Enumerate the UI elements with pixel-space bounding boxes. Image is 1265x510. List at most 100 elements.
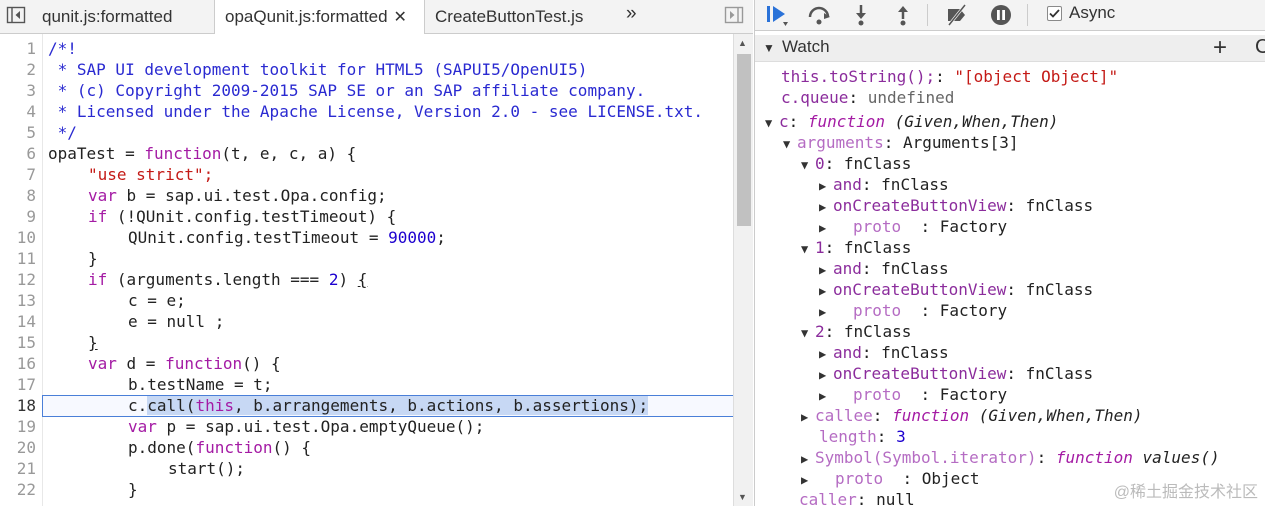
tab-label: opaQunit.js:formatted	[225, 7, 388, 26]
separator: :	[876, 427, 897, 446]
collapsed-triangle-icon[interactable]: ▶	[801, 470, 815, 491]
property-value: : fnClass	[861, 259, 949, 278]
code-token: () {	[272, 438, 312, 457]
code-line: 15}	[0, 332, 733, 353]
step-out-icon[interactable]	[891, 3, 915, 27]
watch-section-header[interactable]: ▼ Watch + C	[755, 34, 1265, 62]
collapsed-triangle-icon[interactable]: ▶	[819, 260, 833, 281]
collapsed-triangle-icon[interactable]: ▶	[819, 365, 833, 386]
collapsed-triangle-icon[interactable]: ▶	[801, 449, 815, 470]
expanded-triangle-icon[interactable]: ▼	[801, 239, 815, 260]
collapsed-triangle-icon[interactable]: ▶	[819, 281, 833, 302]
expression-value: (Given,When,Then)	[884, 112, 1059, 131]
property-row[interactable]: ▶ and: fnClass	[819, 174, 949, 195]
resume-icon[interactable]	[765, 3, 789, 27]
property-row[interactable]: ▶ proto : Factory	[819, 216, 1007, 237]
editor-tab-bar: qunit.js:formatted opaQunit.js:formatted…	[0, 0, 753, 34]
code-token: var	[88, 354, 117, 373]
property-row[interactable]: ▶ callee: function (Given,When,Then)	[801, 405, 1143, 426]
toggle-debugger-sidebar-icon[interactable]	[724, 5, 744, 25]
watch-expression-expanded[interactable]: ▼ c: function (Given,When,Then)	[765, 111, 1058, 132]
code-token: d =	[116, 354, 166, 373]
code-text: e = null ;	[128, 312, 225, 331]
code-line: 4 * Licensed under the Apache License, V…	[0, 101, 733, 122]
collapsed-triangle-icon[interactable]: ▶	[819, 302, 833, 323]
code-text: if (!QUnit.config.testTimeout) {	[88, 206, 396, 227]
scroll-down-icon[interactable]: ▼	[738, 492, 747, 502]
code-line: 12 if (arguments.length === 2) {	[0, 269, 733, 290]
property-row[interactable]: ▼ 1: fnClass	[801, 237, 911, 258]
line-number: 1	[26, 39, 36, 58]
property-row[interactable]: ▼ 2: fnClass	[801, 321, 911, 342]
expanded-triangle-icon[interactable]: ▼	[765, 113, 779, 134]
property-value: 3	[896, 427, 906, 446]
tab-overflow-icon[interactable]: »	[626, 3, 637, 25]
toggle-navigator-icon[interactable]	[6, 5, 26, 25]
async-checkbox[interactable]	[1047, 6, 1062, 21]
close-tab-icon[interactable]: ✕	[394, 9, 407, 26]
code-token: QUnit.config.testTimeout =	[128, 228, 389, 247]
property-row[interactable]: ▶ and: fnClass	[819, 342, 949, 363]
collapsed-triangle-icon[interactable]: ▶	[819, 197, 833, 218]
line-number: 16	[16, 354, 36, 373]
collapse-triangle-icon[interactable]: ▼	[763, 41, 775, 55]
expanded-triangle-icon[interactable]: ▼	[801, 155, 815, 176]
collapsed-triangle-icon[interactable]: ▶	[819, 218, 833, 239]
expanded-triangle-icon[interactable]: ▼	[783, 134, 797, 155]
property-name: callee	[815, 406, 873, 425]
code-line: 16 var d = function() {	[0, 353, 733, 374]
collapsed-triangle-icon[interactable]: ▶	[801, 407, 815, 428]
code-area[interactable]: 1 /*! 2 * SAP UI development toolkit for …	[0, 34, 733, 506]
scroll-up-icon[interactable]: ▲	[738, 38, 747, 48]
code-line: 5 */	[0, 122, 733, 143]
step-over-icon[interactable]	[807, 3, 831, 27]
code-token: 90000	[388, 228, 437, 247]
property-row[interactable]: ▶ onCreateButtonView: fnClass	[819, 195, 1093, 216]
collapsed-triangle-icon[interactable]: ▶	[819, 176, 833, 197]
code-text: }	[88, 333, 98, 352]
property-name: and	[833, 343, 862, 362]
debugger-sidebar: Async ▼ Watch + C this.toString();: "[ob…	[754, 0, 1265, 509]
code-token: ;	[436, 228, 446, 247]
code-token: , b.arrangements, b.actions, b.assertion…	[233, 396, 649, 415]
code-text: /*!	[48, 39, 77, 58]
tab-opaqunit-js[interactable]: opaQunit.js:formatted ✕	[214, 0, 425, 34]
property-row[interactable]: ▶ and: fnClass	[819, 258, 949, 279]
collapsed-triangle-icon[interactable]: ▶	[819, 344, 833, 365]
code-text: var p = sap.ui.test.Opa.emptyQueue();	[128, 416, 484, 437]
code-line: 21 start();	[0, 458, 733, 479]
scrollbar-thumb[interactable]	[737, 54, 751, 226]
pause-on-exceptions-icon[interactable]	[989, 3, 1013, 27]
property-row[interactable]: ▶ onCreateButtonView: fnClass	[819, 363, 1093, 384]
deactivate-breakpoints-icon[interactable]	[945, 3, 969, 27]
expanded-triangle-icon[interactable]: ▼	[801, 323, 815, 344]
line-number: 3	[26, 81, 36, 100]
property-row[interactable]: ▶ Symbol(Symbol.iterator): function value…	[801, 447, 1220, 468]
add-watch-expression-button[interactable]: +	[1213, 34, 1227, 62]
code-token: p.done(	[128, 438, 196, 457]
line-number: 14	[16, 312, 36, 331]
property-row[interactable]: ▶ proto : Object	[801, 468, 980, 489]
tab-qunit-js[interactable]: qunit.js:formatted	[32, 0, 214, 33]
step-into-icon[interactable]	[849, 3, 873, 27]
editor-vertical-scrollbar[interactable]: ▲ ▼	[733, 34, 753, 506]
code-line: 10 QUnit.config.testTimeout = 90000;	[0, 227, 733, 248]
line-number: 8	[26, 186, 36, 205]
collapsed-triangle-icon[interactable]: ▶	[819, 386, 833, 407]
separator: :	[1036, 448, 1056, 467]
watch-expression[interactable]: this.toString();: "[object Object]"	[781, 66, 1118, 87]
code-line: 14 e = null ;	[0, 311, 733, 332]
watch-expression[interactable]: c.queue: undefined	[781, 87, 954, 108]
code-text: opaTest = function(t, e, c, a) {	[48, 143, 356, 164]
line-number: 6	[26, 144, 36, 163]
tab-createbuttontest-js[interactable]: CreateButtonTest.js	[425, 0, 615, 33]
property-row[interactable]: ▼ arguments: Arguments[3]	[783, 132, 1019, 153]
code-token: b = sap.ui.test.Opa.config;	[116, 186, 387, 205]
property-row[interactable]: ▶ onCreateButtonView: fnClass	[819, 279, 1093, 300]
property-value: values()	[1132, 448, 1220, 467]
refresh-watch-icon[interactable]: C	[1255, 36, 1265, 59]
property-row[interactable]: ▶ proto : Factory	[819, 384, 1007, 405]
property-row[interactable]: ▶ proto : Factory	[819, 300, 1007, 321]
property-row[interactable]: ▼ 0: fnClass	[801, 153, 911, 174]
property-value: (Given,When,Then)	[969, 406, 1143, 425]
